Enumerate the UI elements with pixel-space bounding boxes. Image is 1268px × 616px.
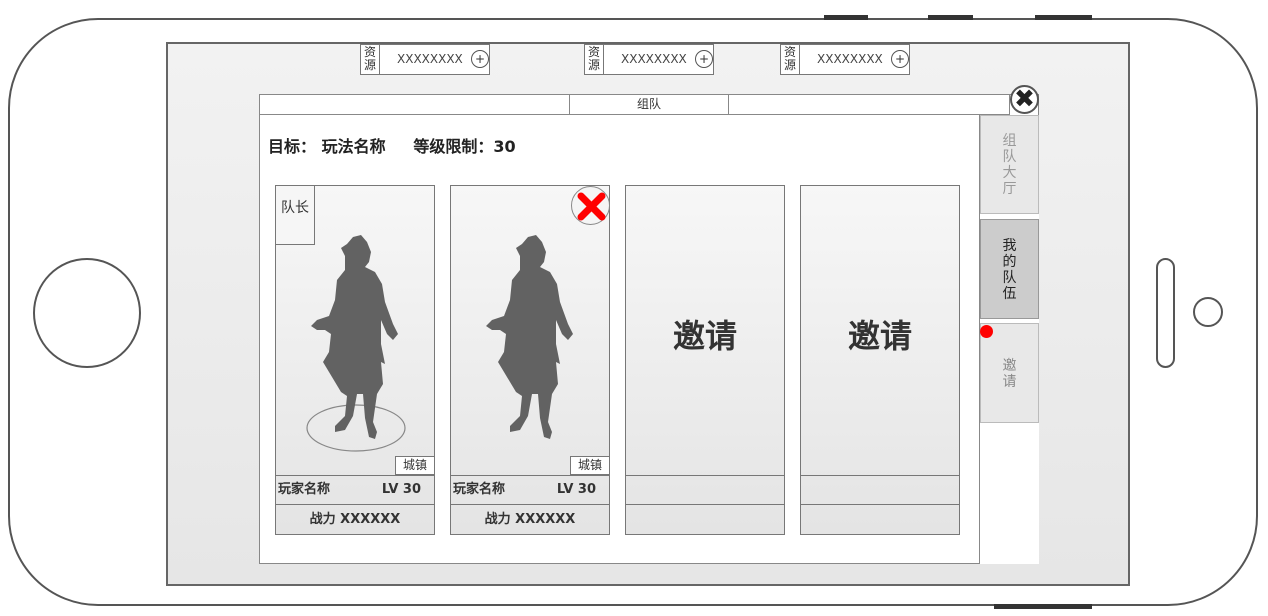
character-silhouette: [306, 235, 406, 452]
power-button: [1035, 15, 1092, 20]
invite-button[interactable]: 邀请: [801, 311, 959, 357]
resource-icon: 资源: [781, 45, 800, 74]
invite-button[interactable]: 邀请: [626, 311, 784, 357]
resource-bar-3: 资源 XXXXXXXX +: [780, 44, 910, 75]
speaker-grille: [1156, 258, 1175, 368]
card-divider: [626, 504, 784, 505]
target-info: 目标： 玩法名称 等级限制：30: [268, 137, 516, 156]
resource-icon: 资源: [361, 45, 380, 74]
kick-member-button[interactable]: [571, 186, 610, 225]
location-tag: 城镇: [395, 456, 434, 475]
resource-value: XXXXXXXX: [817, 52, 883, 66]
volume-button: [928, 15, 973, 20]
player-power: 战力 XXXXXX: [309, 512, 401, 527]
invite-slot[interactable]: 邀请: [800, 185, 960, 535]
player-name: 玩家名称: [278, 482, 331, 497]
card-divider: [801, 504, 959, 505]
dialog-title: 组队: [569, 94, 729, 115]
notification-badge: [980, 325, 993, 338]
home-button[interactable]: [33, 258, 141, 368]
resource-bar-1: 资源 XXXXXXXX +: [360, 44, 490, 75]
resource-bar-2: 资源 XXXXXXXX +: [584, 44, 714, 75]
character-silhouette: [486, 235, 573, 439]
card-divider: [626, 475, 784, 476]
add-resource-button[interactable]: +: [891, 50, 909, 68]
player-name: 玩家名称: [453, 482, 506, 497]
tab-team-hall[interactable]: 组 队 大 厅: [980, 115, 1039, 214]
card-divider: [801, 475, 959, 476]
close-icon[interactable]: ✖: [1010, 85, 1039, 114]
tab-invite[interactable]: 邀 请: [980, 323, 1039, 423]
member-card[interactable]: 城镇 玩家名称 LV 30 战力 XXXXXX: [450, 185, 610, 535]
player-level: LV 30: [556, 482, 596, 497]
player-info-row: 玩家名称 LV 30: [276, 475, 434, 504]
tab-my-team[interactable]: 我 的 队 伍: [980, 219, 1039, 319]
camera-lens: [1193, 297, 1223, 327]
player-level: LV 30: [381, 482, 421, 497]
location-tag: 城镇: [570, 456, 609, 475]
add-resource-button[interactable]: +: [471, 50, 489, 68]
volume-button: [824, 15, 868, 20]
invite-slot[interactable]: 邀请: [625, 185, 785, 535]
close-icon: [577, 192, 606, 221]
resource-value: XXXXXXXX: [621, 52, 687, 66]
player-power: 战力 XXXXXX: [484, 512, 576, 527]
resource-value: XXXXXXXX: [397, 52, 463, 66]
player-info-row: 玩家名称 LV 30: [451, 475, 609, 504]
add-resource-button[interactable]: +: [695, 50, 713, 68]
side-button: [994, 604, 1092, 609]
resource-icon: 资源: [585, 45, 604, 74]
member-card-leader[interactable]: 队长 城镇 玩家名称 LV 30 战力 XXXXXX: [275, 185, 435, 535]
